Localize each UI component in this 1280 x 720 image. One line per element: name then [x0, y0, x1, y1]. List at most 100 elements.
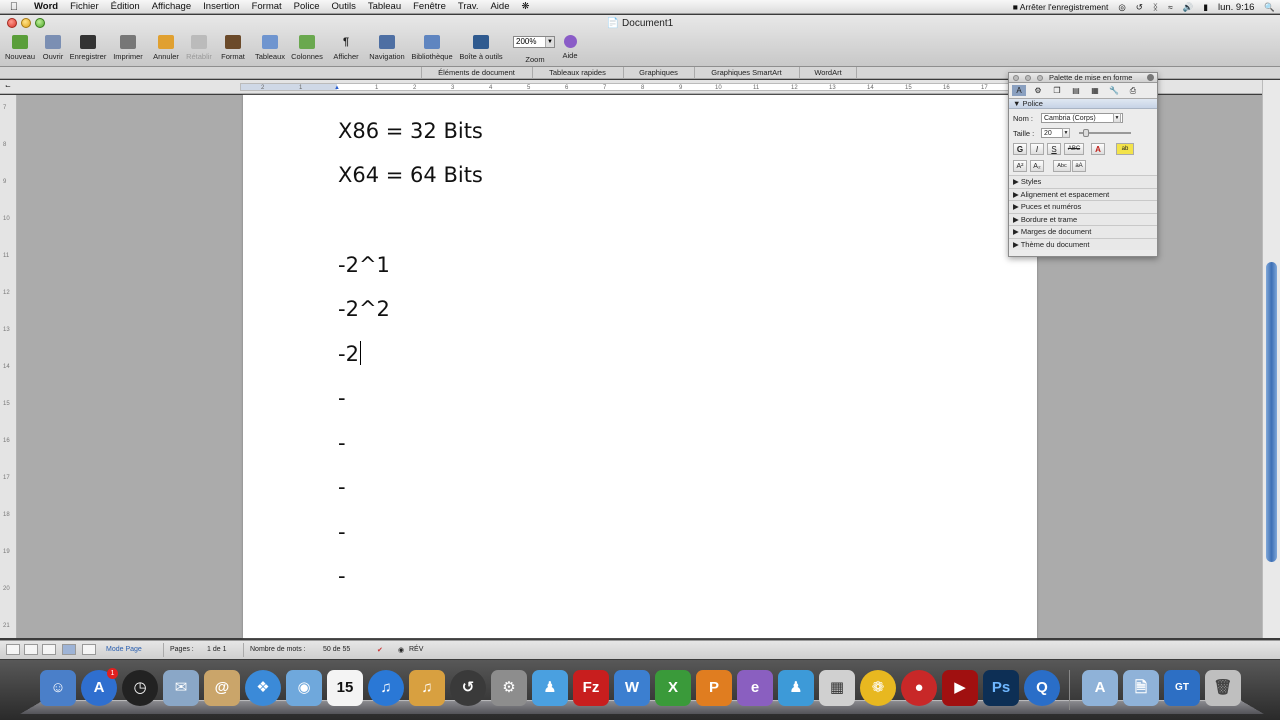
styles-tab-icon[interactable]: ⚙	[1031, 85, 1045, 96]
bluetooth-icon[interactable]: ᛝ	[1148, 2, 1163, 12]
aide-button[interactable]: Aide	[556, 33, 584, 60]
sunflower-icon[interactable]: ❁	[860, 670, 896, 706]
doc-line-1[interactable]: X86 = 32 Bits	[338, 119, 483, 143]
dashboard-icon[interactable]: ◷	[122, 670, 158, 706]
facetime-icon[interactable]: ◉	[286, 670, 322, 706]
documents-folder-icon[interactable]: 🗎	[1123, 670, 1159, 706]
doc-line-10[interactable]: -	[338, 564, 346, 588]
font-size-slider-thumb[interactable]	[1083, 129, 1089, 137]
menu-tableau[interactable]: Tableau	[362, 0, 407, 14]
enregistrer-button[interactable]: Enregistrer	[68, 33, 108, 61]
palette-close-dot[interactable]	[1013, 75, 1019, 81]
tab-tableaux-rapides[interactable]: Tableaux rapides	[532, 67, 622, 79]
menu-app-word[interactable]: Word	[28, 0, 64, 14]
superscript-icon[interactable]: A²	[1013, 160, 1027, 172]
tab-graphiques[interactable]: Graphiques	[623, 67, 693, 79]
doc-line-2[interactable]: X64 = 64 Bits	[338, 163, 483, 187]
flv-icon[interactable]: ▶	[942, 670, 978, 706]
doc-line-3[interactable]: -2^1	[338, 253, 390, 277]
time-machine-icon[interactable]: ↺	[450, 670, 486, 706]
system-preferences-icon[interactable]: ⚙	[491, 670, 527, 706]
strikethrough-button[interactable]: ABC	[1064, 143, 1084, 155]
filezilla-icon[interactable]: Fz	[573, 670, 609, 706]
scrollbar-thumb[interactable]	[1266, 262, 1277, 562]
focus-view-button[interactable]	[82, 644, 96, 655]
script-menu-icon[interactable]: ❋	[515, 0, 535, 14]
draft-view-button[interactable]	[6, 644, 20, 655]
annuler-button[interactable]: Annuler	[150, 33, 182, 61]
page-view-button[interactable]	[62, 644, 76, 655]
palette-titlebar[interactable]: Palette de mise en forme	[1009, 73, 1157, 83]
menu-format[interactable]: Format	[246, 0, 288, 14]
menu-aide[interactable]: Aide	[484, 0, 515, 14]
doc-line-6[interactable]: -	[338, 386, 346, 410]
trash-icon[interactable]: 🗑	[1205, 670, 1241, 706]
section-police-header[interactable]: ▼ Police	[1009, 99, 1157, 109]
safari-icon[interactable]: ❖	[245, 670, 281, 706]
finder-icon[interactable]: ☺	[40, 670, 76, 706]
notebook-view-button[interactable]	[42, 644, 56, 655]
entourage-icon[interactable]: e	[737, 670, 773, 706]
menu-edition[interactable]: Édition	[105, 0, 146, 14]
imprimer-button[interactable]: Imprimer	[110, 33, 146, 61]
doc-line-9[interactable]: -	[338, 520, 346, 544]
msn-icon[interactable]: ♟	[778, 670, 814, 706]
tab-stop-selector-icon[interactable]: ⌙	[5, 82, 11, 90]
menu-fenetre[interactable]: Fenêtre	[407, 0, 452, 14]
section-theme[interactable]: ▶ Thème du document	[1009, 237, 1157, 250]
afficher-button[interactable]: ¶ Afficher	[330, 33, 362, 61]
excel-icon[interactable]: X	[655, 670, 691, 706]
stack-folder-icon[interactable]: GT	[1164, 670, 1200, 706]
quicktime-icon[interactable]: Q	[1024, 670, 1060, 706]
boite-outils-button[interactable]: Boîte à outils	[457, 33, 505, 61]
bold-button[interactable]: G	[1013, 143, 1027, 155]
outline-view-button[interactable]	[24, 644, 38, 655]
copy-tab-icon[interactable]: ❐	[1050, 85, 1064, 96]
italic-button[interactable]: I	[1030, 143, 1044, 155]
tab-elements-document[interactable]: Éléments de document	[421, 67, 531, 79]
change-case-icon[interactable]: aA	[1072, 160, 1086, 172]
zoom-select[interactable]: 200% ▼	[513, 36, 555, 48]
section-alignement[interactable]: ▶ Alignement et espacement	[1009, 187, 1157, 200]
ouvrir-button[interactable]: Ouvrir	[40, 33, 66, 61]
print-tab-icon[interactable]: ⎙	[1126, 85, 1140, 96]
photoshop-icon[interactable]: Ps	[983, 670, 1019, 706]
retablir-button[interactable]: Rétablir	[183, 33, 215, 61]
tab-graphiques-smartart[interactable]: Graphiques SmartArt	[694, 67, 798, 79]
subscript-icon[interactable]: A₂	[1030, 160, 1044, 172]
underline-button[interactable]: S	[1047, 143, 1061, 155]
doc-line-4[interactable]: -2^2	[338, 297, 390, 321]
font-dropdown-chevron-icon[interactable]: ▼	[1113, 113, 1121, 123]
track-changes-icon[interactable]: ◉	[398, 646, 404, 654]
record-stop-item[interactable]: ■ Arrêter l'enregistrement	[1008, 2, 1114, 12]
nouveau-button[interactable]: Nouveau	[5, 33, 35, 61]
clock[interactable]: lun. 9:16	[1213, 2, 1259, 13]
powerpoint-icon[interactable]: P	[696, 670, 732, 706]
spotlight-icon[interactable]: 🔍	[1259, 2, 1280, 13]
garageband-icon[interactable]: ♫	[409, 670, 445, 706]
messenger-icon[interactable]: ♟	[532, 670, 568, 706]
menu-police[interactable]: Police	[288, 0, 326, 14]
ical-icon[interactable]: 15	[327, 670, 363, 706]
doc-line-5-wrap[interactable]: -2	[338, 341, 361, 366]
vertical-scrollbar[interactable]	[1262, 80, 1280, 638]
itunes-icon[interactable]: ♫	[368, 670, 404, 706]
tableaux-button[interactable]: Tableaux	[253, 33, 287, 61]
columns-tab-icon[interactable]: ▦	[1088, 85, 1102, 96]
document-page[interactable]: X86 = 32 Bits X64 = 64 Bits -2^1 -2^2 -2…	[243, 95, 1037, 638]
size-dropdown-chevron-icon[interactable]: ▼	[1062, 128, 1070, 138]
word-icon[interactable]: W	[614, 670, 650, 706]
format-button[interactable]: Format	[218, 33, 248, 61]
mail-icon[interactable]: ✉	[163, 670, 199, 706]
address-book-icon[interactable]: @	[204, 670, 240, 706]
wifi-icon[interactable]: ≈	[1163, 2, 1178, 12]
vertical-ruler[interactable]: 7 8 9 10 11 12 13 14 15 16 17 18 19 20 2…	[0, 95, 17, 638]
section-marges[interactable]: ▶ Marges de document	[1009, 225, 1157, 238]
bibliotheque-button[interactable]: Bibliothèque	[409, 33, 455, 61]
palette-zoom-dot[interactable]	[1037, 75, 1043, 81]
section-puces[interactable]: ▶ Puces et numéros	[1009, 200, 1157, 213]
timemachine-icon[interactable]: ↺	[1131, 2, 1148, 13]
doc-line-8[interactable]: -	[338, 475, 346, 499]
doc-line-7[interactable]: -	[338, 431, 346, 455]
font-name-field[interactable]: Cambria (Corps)	[1041, 113, 1123, 123]
